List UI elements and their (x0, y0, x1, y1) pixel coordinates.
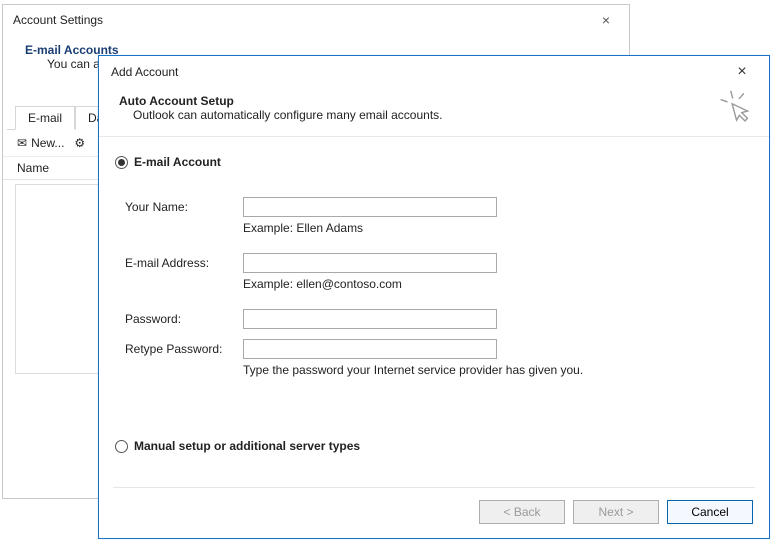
settings-close-icon[interactable]: × (591, 12, 621, 28)
email-label: E-mail Address: (125, 256, 243, 270)
add-titlebar: Add Account × (99, 56, 769, 88)
add-banner: Auto Account Setup Outlook can automatic… (99, 88, 769, 137)
add-account-window: Add Account × Auto Account Setup Outlook… (98, 55, 770, 539)
button-divider (113, 487, 755, 488)
settings-title: Account Settings (11, 13, 103, 27)
row-retype: Retype Password: (125, 339, 745, 359)
wizard-buttons: < Back Next > Cancel (479, 500, 753, 524)
password-hint: Type the password your Internet service … (243, 363, 745, 377)
password-input[interactable] (243, 309, 497, 329)
banner-title: Auto Account Setup (119, 94, 739, 108)
your-name-input[interactable] (243, 197, 497, 217)
your-name-hint: Example: Ellen Adams (243, 221, 745, 235)
cancel-button[interactable]: Cancel (667, 500, 753, 524)
email-input[interactable] (243, 253, 497, 273)
wizard-cursor-icon (716, 87, 756, 134)
retype-label: Retype Password: (125, 342, 243, 356)
radio-icon (115, 156, 128, 169)
row-password: Password: (125, 309, 745, 329)
next-button[interactable]: Next > (573, 500, 659, 524)
radio-manual-label: Manual setup or additional server types (134, 439, 360, 453)
settings-titlebar: Account Settings × (3, 5, 629, 35)
your-name-label: Your Name: (125, 200, 243, 214)
radio-icon (115, 440, 128, 453)
password-label: Password: (125, 312, 243, 326)
add-close-icon[interactable]: × (727, 63, 757, 81)
add-title: Add Account (111, 65, 178, 79)
new-label: New... (31, 136, 64, 150)
row-your-name: Your Name: (125, 197, 745, 217)
gear-icon: ⚙ (74, 136, 85, 150)
email-hint: Example: ellen@contoso.com (243, 277, 745, 291)
mail-icon: ✉ (17, 136, 27, 150)
back-button[interactable]: < Back (479, 500, 565, 524)
tab-email[interactable]: E-mail (15, 106, 75, 130)
new-account-button[interactable]: ✉ New... (17, 136, 64, 150)
banner-sub: Outlook can automatically configure many… (119, 108, 739, 122)
row-email: E-mail Address: (125, 253, 745, 273)
add-form: E-mail Account Your Name: Example: Ellen… (99, 137, 769, 453)
radio-email-label: E-mail Account (134, 155, 221, 169)
repair-button[interactable]: ⚙ (74, 136, 85, 150)
radio-manual-setup[interactable]: Manual setup or additional server types (115, 439, 745, 453)
retype-password-input[interactable] (243, 339, 497, 359)
radio-email-account[interactable]: E-mail Account (115, 155, 745, 169)
